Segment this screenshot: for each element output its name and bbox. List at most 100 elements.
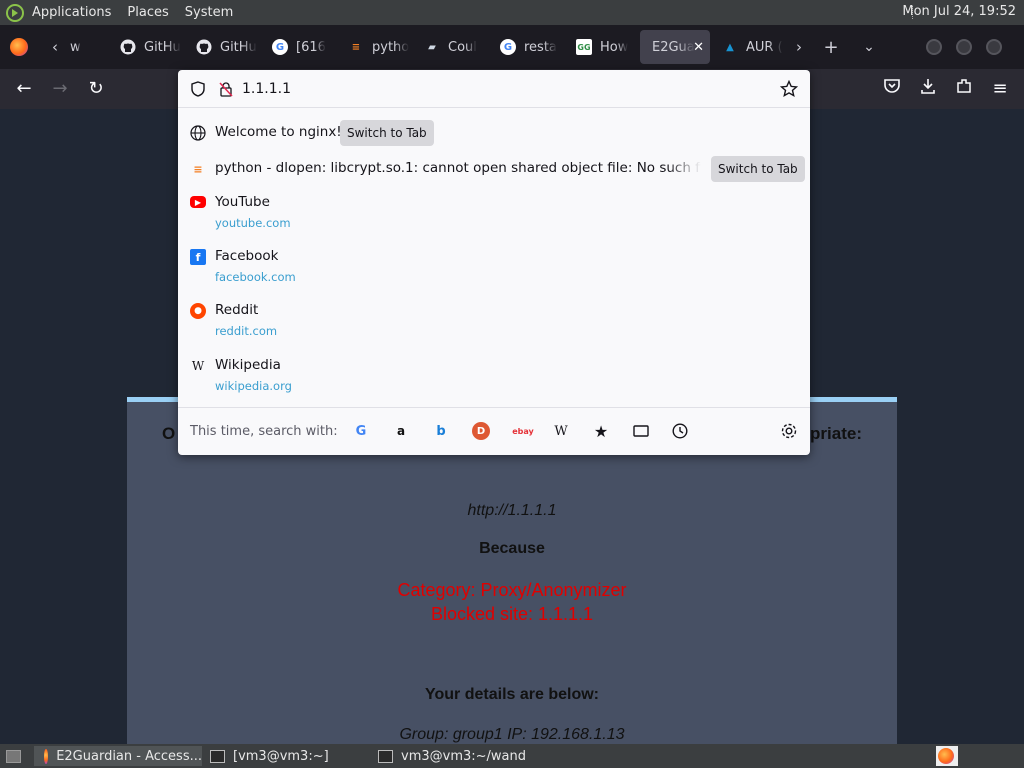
result-title: YouTube [215, 194, 270, 210]
tracking-protection-shield-icon[interactable] [190, 81, 206, 97]
minimize-window-button[interactable] [926, 39, 942, 55]
result-title: Facebook [215, 248, 279, 264]
result-url: wikipedia.org [215, 379, 292, 393]
result-row-shortcut[interactable]: ● Reddit reddit.com [178, 300, 810, 344]
google-icon: G [272, 39, 288, 55]
places-menu[interactable]: Places [127, 5, 168, 20]
switch-to-tab-button[interactable]: Switch to Tab [711, 156, 805, 182]
tab-label: GitHu [144, 39, 181, 55]
taskbar-item-terminal[interactable]: [vm3@vm3:~] [204, 746, 370, 766]
taskbar-item-label: E2Guardian - Access... [56, 748, 202, 764]
one-off-search-bar: This time, search with: G a b D ebay W ★ [178, 407, 810, 455]
result-url: reddit.com [215, 324, 278, 338]
firefox-launcher-icon[interactable] [936, 746, 958, 766]
geeksforgeeks-icon: GG [576, 39, 592, 55]
bookmarks-search-icon[interactable]: ★ [592, 422, 610, 441]
tab-item[interactable]: GitHu [108, 30, 184, 64]
tab-strip: ‹ w GitHu GitHu G [616 ≡ pytho ▰ Coul G … [0, 25, 1024, 69]
result-title: Welcome to nginx! [215, 124, 342, 140]
distro-logo-icon[interactable] [6, 3, 24, 22]
reddit-icon: ● [190, 303, 206, 319]
result-title: Reddit [215, 302, 259, 318]
tab-item[interactable]: GitHu [184, 30, 260, 64]
show-desktop-icon[interactable] [2, 746, 28, 766]
tab-item[interactable]: G resta [488, 30, 564, 64]
extensions-icon[interactable] [952, 77, 976, 101]
result-row-shortcut[interactable]: W Wikipedia wikipedia.org [178, 355, 810, 399]
close-tab-icon[interactable]: ✕ [693, 40, 704, 55]
tab-item[interactable]: w [68, 30, 108, 64]
search-with-label: This time, search with: [190, 424, 338, 439]
url-input[interactable] [242, 79, 762, 99]
urlbar-input-row [178, 70, 810, 108]
blocked-site: Blocked site: 1.1.1.1 [430, 604, 594, 624]
maximize-window-button[interactable] [956, 39, 972, 55]
tab-label: resta [524, 39, 557, 55]
panel-clock[interactable]: Mon Jul 24, 19:52 [902, 4, 1016, 19]
applications-menu[interactable]: Applications [32, 5, 111, 20]
github-icon [120, 39, 136, 55]
wikipedia-icon: W [191, 359, 205, 373]
tab-item[interactable]: ▰ Coul [412, 30, 488, 64]
bookmark-star-icon[interactable] [780, 80, 798, 98]
ebay-engine-icon[interactable]: ebay [512, 422, 534, 440]
tab-item[interactable]: ▲ AUR ( [710, 30, 786, 64]
firefox-view-icon[interactable] [10, 38, 28, 56]
insecure-lock-icon[interactable] [218, 81, 234, 97]
bottom-taskbar: E2Guardian - Access... [vm3@vm3:~] vm3@v… [0, 744, 1024, 768]
taskbar-item-terminal[interactable]: vm3@vm3:~/wand [372, 746, 572, 766]
taskbar-item-firefox[interactable]: E2Guardian - Access... [34, 746, 202, 766]
result-title: Wikipedia [215, 357, 281, 373]
top-panel: Applications Places System Mon Jul 24, 1… [0, 0, 1024, 25]
result-row-shortcut[interactable]: f Facebook facebook.com [178, 246, 810, 290]
tab-label: How [600, 39, 629, 55]
bing-engine-icon[interactable]: b [432, 422, 450, 440]
tab-item[interactable]: GG How [564, 30, 640, 64]
details-heading: Your details are below: [425, 686, 599, 703]
result-url: youtube.com [215, 216, 291, 230]
docker-icon: ▰ [428, 41, 436, 53]
menu-hamburger-icon[interactable]: ≡ [988, 77, 1012, 101]
result-row-switch-tab[interactable]: Welcome to nginx! Switch to Tab [178, 118, 810, 148]
youtube-icon: ▶ [190, 196, 206, 208]
search-settings-gear-icon[interactable] [780, 422, 798, 440]
terminal-icon [210, 749, 225, 763]
scroll-tabs-left-icon[interactable]: ‹ [42, 38, 68, 56]
amazon-engine-icon[interactable]: a [392, 422, 410, 440]
history-search-icon[interactable] [671, 422, 689, 440]
google-engine-icon[interactable]: G [352, 422, 370, 440]
user-group-ip: Group: group1 IP: 192.168.1.13 [399, 726, 625, 743]
switch-to-tab-button[interactable]: Switch to Tab [340, 120, 434, 146]
scroll-tabs-right-icon[interactable]: › [786, 38, 812, 56]
tab-item[interactable]: ≡ pytho [336, 30, 412, 64]
because-label: Because [479, 540, 545, 557]
taskbar-item-label: [vm3@vm3:~] [233, 748, 329, 764]
new-tab-icon[interactable]: + [812, 37, 850, 58]
tab-item[interactable]: G [616 [260, 30, 336, 64]
result-row-shortcut[interactable]: ▶ YouTube youtube.com [178, 192, 810, 236]
forward-icon[interactable]: → [48, 77, 72, 101]
tab-label: AUR ( [746, 39, 783, 55]
pocket-icon[interactable] [880, 77, 904, 101]
tab-label: w [70, 39, 81, 55]
wikipedia-engine-icon[interactable]: W [552, 422, 570, 440]
system-menu[interactable]: System [185, 5, 233, 20]
list-all-tabs-icon[interactable]: ⌄ [850, 39, 888, 55]
result-title: python - dlopen: libcrypt.so.1: cannot o… [215, 160, 701, 176]
result-row-switch-tab[interactable]: ≡ python - dlopen: libcrypt.so.1: cannot… [178, 154, 810, 184]
reload-icon[interactable]: ↻ [84, 77, 108, 101]
block-heading-end: priate: [810, 424, 862, 443]
close-window-button[interactable] [986, 39, 1002, 55]
tab-label: Coul [448, 39, 477, 55]
google-icon: G [500, 39, 516, 55]
duckduckgo-engine-icon[interactable]: D [472, 422, 490, 440]
globe-icon [190, 125, 206, 141]
downloads-icon[interactable] [916, 77, 940, 101]
taskbar-item-label: vm3@vm3:~/wand [401, 748, 526, 764]
back-icon[interactable]: ← [12, 77, 36, 101]
tab-label: GitHu [220, 39, 257, 55]
tab-item-active[interactable]: E2Gua ✕ [640, 30, 710, 64]
block-category: Category: Proxy/Anonymizer [397, 580, 627, 600]
facebook-icon: f [190, 249, 206, 265]
tabs-search-icon[interactable] [632, 422, 650, 440]
